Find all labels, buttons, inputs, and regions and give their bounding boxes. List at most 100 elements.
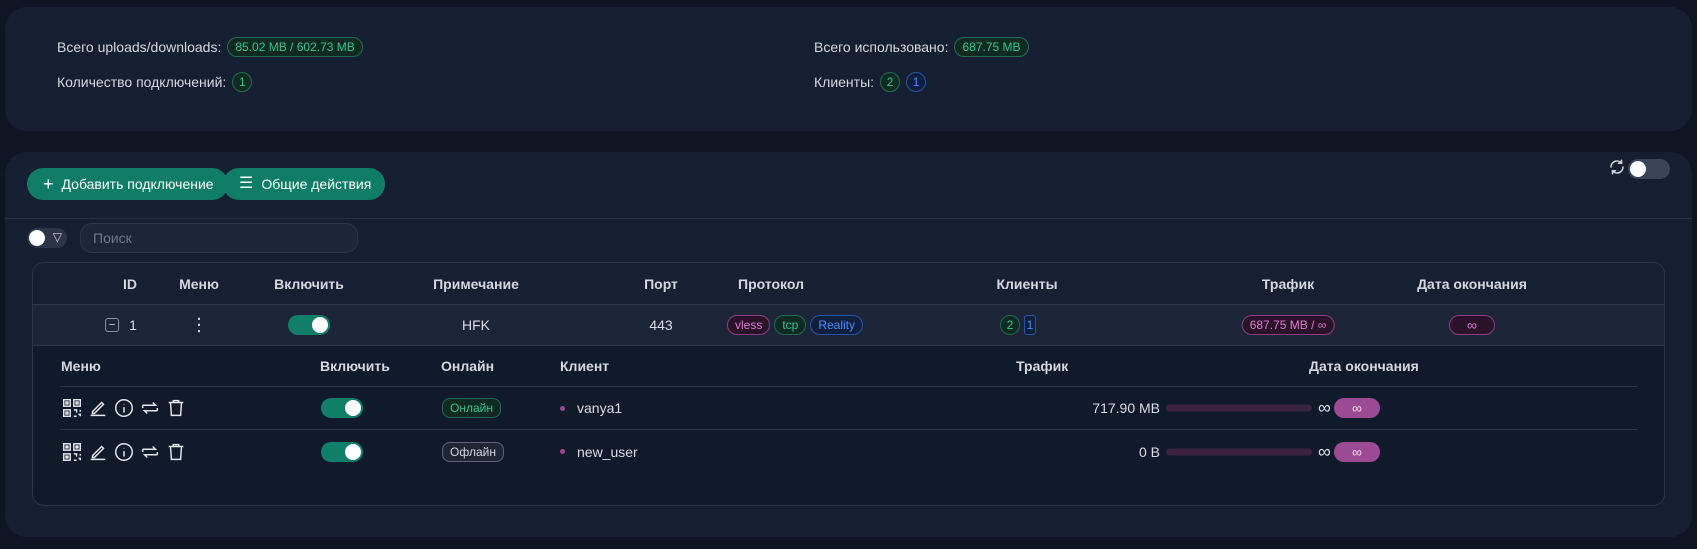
inbound-clients-total: 2 <box>1000 315 1020 335</box>
filter-icon: ▽ <box>52 230 62 244</box>
client-online-cell: Офлайн <box>442 441 504 462</box>
reset-traffic-icon[interactable] <box>139 397 161 419</box>
clients-total-badge: 2 <box>880 72 901 92</box>
protocol-tag-tcp: tcp <box>774 315 807 335</box>
client-status-dot <box>560 449 565 454</box>
col-enable: Включить <box>274 275 344 292</box>
col-id: ID <box>123 275 137 292</box>
total-used-label: Всего использовано: <box>814 39 949 55</box>
client-row: Офлайн new_user 0 B ∞ ∞ <box>60 430 1637 473</box>
inbound-port: 443 <box>649 317 673 333</box>
inbound-traffic: 687.75 MB / ∞ <box>1241 315 1335 335</box>
client-name-cell: new_user <box>560 444 638 460</box>
menu-icon: ☰ <box>239 175 254 192</box>
client-expiry-cell: ∞ <box>1334 441 1380 462</box>
clients-online-badge: 1 <box>906 72 927 92</box>
client-traffic-cell: 717.90 MB <box>940 400 1160 416</box>
info-icon[interactable] <box>113 397 135 419</box>
inbounds-table-header: ID Меню Включить Примечание Порт Протоко… <box>33 263 1664 305</box>
col-remark: Примечание <box>433 275 519 292</box>
client-col-client: Клиент <box>560 357 610 374</box>
toolbar-divider <box>5 218 1692 219</box>
auto-refresh-toggle[interactable] <box>1628 159 1670 179</box>
client-row: Онлайн vanya1 717.90 MB ∞ ∞ <box>60 387 1637 430</box>
client-col-traffic: Трафик <box>1016 357 1069 374</box>
client-col-online: Онлайн <box>441 357 495 374</box>
col-traffic: Трафик <box>1261 275 1315 292</box>
col-menu: Меню <box>179 275 219 292</box>
client-enable-toggle[interactable] <box>321 441 363 462</box>
inbound-id: 1 <box>129 317 137 333</box>
add-connection-button[interactable]: + Добавить подключение <box>27 168 228 200</box>
client-expiry-cell: ∞ <box>1334 398 1380 418</box>
client-status-dot <box>560 405 565 411</box>
client-expiry-tag: ∞ <box>1334 398 1380 418</box>
client-enable-toggle[interactable] <box>321 398 363 418</box>
inbound-remark: HFK <box>462 317 490 333</box>
connections-stat: Количество подключений: 1 <box>57 72 253 92</box>
total-used-value: 687.75 MB <box>954 37 1029 57</box>
total-used-stat: Всего использовано: 687.75 MB <box>814 37 1029 57</box>
client-traffic-bar <box>1166 448 1312 455</box>
inbound-clients-online: 1 <box>1024 315 1036 335</box>
clients-stat: Клиенты: 2 1 <box>814 72 927 92</box>
client-name: new_user <box>577 443 638 460</box>
client-traffic-bar-cell: ∞ <box>1160 398 1331 419</box>
delete-icon[interactable] <box>165 441 187 463</box>
inbound-menu-icon[interactable]: ⋮ <box>190 315 208 336</box>
client-name-cell: vanya1 <box>560 400 622 416</box>
online-badge: Онлайн <box>442 398 501 418</box>
inbound-expiry: ∞ <box>1449 315 1495 335</box>
client-traffic-limit: ∞ <box>1318 441 1331 461</box>
edit-icon[interactable] <box>87 397 109 419</box>
edit-icon[interactable] <box>87 441 109 463</box>
inbounds-table: ID Меню Включить Примечание Порт Протоко… <box>32 262 1665 506</box>
collapse-button[interactable]: − <box>105 318 120 332</box>
add-connection-label: Добавить подключение <box>61 176 214 192</box>
client-actions <box>61 397 187 419</box>
client-traffic-bar-cell: ∞ <box>1160 441 1331 462</box>
inbound-enable-toggle[interactable] <box>288 315 330 335</box>
col-expiry: Дата окончания <box>1417 275 1527 292</box>
inbound-expiry-tag: ∞ <box>1449 315 1495 335</box>
col-protocol: Протокол <box>738 275 804 292</box>
client-name: vanya1 <box>577 400 623 416</box>
col-clients: Клиенты <box>996 275 1058 292</box>
delete-icon[interactable] <box>165 397 187 419</box>
col-port: Порт <box>644 275 678 292</box>
protocol-tag-vless: vless <box>726 315 771 335</box>
stats-card: Всего uploads/downloads: 85.02 MB / 602.… <box>5 7 1692 131</box>
inbound-clients: 2 1 <box>1000 315 1036 335</box>
info-icon[interactable] <box>113 441 135 463</box>
client-traffic-value: 0 B <box>1138 443 1160 460</box>
client-enable-cell <box>321 441 363 462</box>
client-expiry-tag: ∞ <box>1334 441 1380 462</box>
plus-icon: + <box>43 174 54 194</box>
client-actions <box>61 441 187 463</box>
qr-code-icon[interactable] <box>61 397 83 419</box>
client-enable-cell <box>321 398 363 418</box>
filter-toggle[interactable]: ▽ <box>27 228 67 248</box>
client-traffic-value: 717.90 MB <box>1092 400 1160 416</box>
client-col-menu: Меню <box>61 357 101 374</box>
general-actions-label: Общие действия <box>261 176 372 192</box>
inbound-id-cell: − 1 <box>105 317 137 333</box>
general-actions-button[interactable]: ☰ Общие действия <box>223 168 386 200</box>
clients-label: Клиенты: <box>814 74 875 90</box>
protocol-tag-reality: Reality <box>810 315 864 335</box>
refresh-icon[interactable] <box>1608 158 1626 176</box>
connections-label: Количество подключений: <box>57 74 227 90</box>
offline-badge: Офлайн <box>442 441 504 462</box>
total-updown-stat: Всего uploads/downloads: 85.02 MB / 602.… <box>57 37 363 57</box>
client-traffic-limit: ∞ <box>1318 397 1331 418</box>
inbound-protocol: vless tcp Reality <box>726 315 864 335</box>
inbound-traffic-tag: 687.75 MB / ∞ <box>1241 315 1335 335</box>
search-input[interactable] <box>80 223 358 253</box>
inbounds-card: + Добавить подключение ☰ Общие действия … <box>5 152 1692 537</box>
client-traffic-cell: 0 B <box>940 444 1160 460</box>
connections-value: 1 <box>232 72 253 92</box>
client-col-enable: Включить <box>320 357 390 374</box>
inbound-row: − 1 ⋮ HFK 443 vless tcp Reality 2 1 687.… <box>33 305 1664 346</box>
reset-traffic-icon[interactable] <box>139 441 161 463</box>
qr-code-icon[interactable] <box>61 441 83 463</box>
